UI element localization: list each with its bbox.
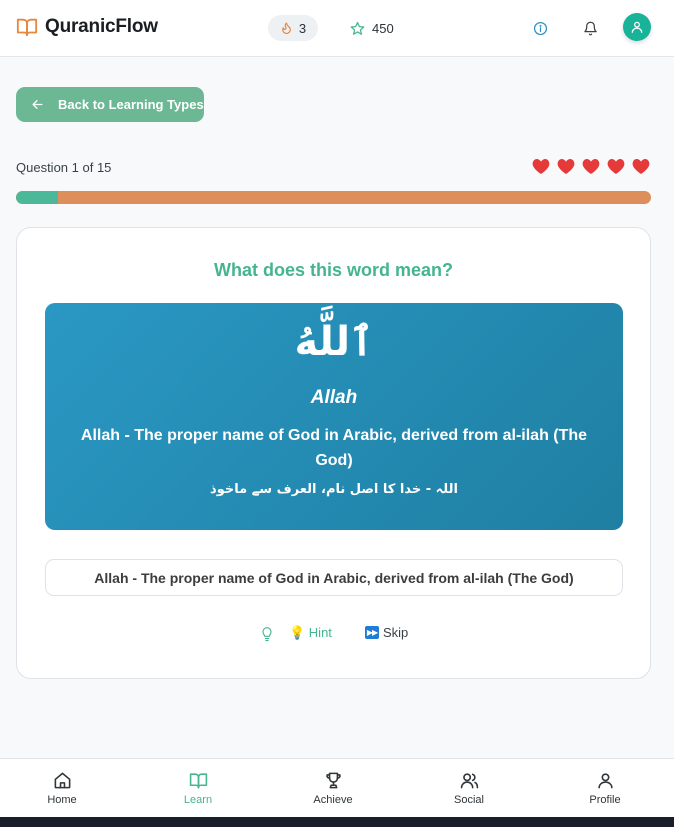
nav-home[interactable]: Home: [12, 759, 112, 818]
nav-social-label: Social: [454, 794, 484, 806]
nav-achieve[interactable]: Achieve: [283, 759, 383, 818]
hint-label: 💡 Hint: [289, 625, 332, 640]
heart-icon: [557, 158, 575, 174]
heart-icon: [582, 158, 600, 174]
top-header: QuranicFlow 3 450: [0, 0, 674, 57]
lightbulb-icon: [262, 627, 272, 642]
book-open-icon: [16, 18, 38, 37]
info-button[interactable]: [530, 18, 550, 38]
points-count: 450: [372, 20, 394, 36]
book-open-icon: [189, 773, 207, 789]
answer-option[interactable]: Allah - The proper name of God in Arabic…: [45, 559, 623, 596]
nav-learn[interactable]: Learn: [148, 759, 248, 818]
question-card: What does this word mean? ٱللَّهُ Allah …: [16, 227, 651, 679]
nav-achieve-label: Achieve: [313, 794, 353, 806]
points-display[interactable]: 450: [350, 15, 394, 41]
bottom-navigation: Home Learn Achieve Social Profile: [0, 758, 674, 817]
heart-icon: [632, 158, 650, 174]
skip-label: Skip: [383, 625, 409, 640]
skip-forward-icon: ▶▶: [365, 626, 379, 639]
nav-profile[interactable]: Profile: [555, 759, 655, 818]
lives-hearts: [532, 158, 650, 175]
app-logo[interactable]: QuranicFlow: [16, 16, 158, 38]
info-icon: [533, 21, 547, 35]
streak-badge[interactable]: 3: [268, 15, 318, 41]
heart-icon: [532, 158, 550, 174]
question-actions: 💡 Hint ▶▶ Skip: [17, 625, 650, 645]
hint-button[interactable]: 💡 Hint: [289, 625, 332, 641]
app-name: QuranicFlow: [45, 16, 158, 37]
question-counter: Question 1 of 15: [16, 160, 112, 175]
home-icon: [54, 772, 70, 789]
arabic-word: ٱللَّهُ: [294, 319, 374, 365]
nav-social[interactable]: Social: [419, 759, 519, 818]
avatar-button[interactable]: [623, 13, 651, 41]
bell-icon: [583, 21, 597, 35]
user-icon: [597, 773, 613, 789]
nav-learn-label: Learn: [183, 794, 213, 806]
flame-icon: [281, 22, 291, 35]
skip-button[interactable]: ▶▶ Skip: [365, 625, 408, 640]
notifications-button[interactable]: [580, 18, 600, 38]
urdu-meaning: اللہ - خدا کا اصل نام، العرف سے ماخوذ: [210, 482, 458, 497]
question-prompt: What does this word mean?: [213, 260, 454, 280]
transliteration: Allah: [310, 387, 358, 408]
users-icon: [460, 773, 478, 789]
quiz-progress-bar: [16, 191, 651, 204]
word-display: ٱللَّهُ Allah Allah - The proper name of…: [45, 303, 623, 530]
progress-fill: [16, 191, 59, 204]
star-icon: [350, 21, 365, 35]
heart-icon: [607, 158, 625, 174]
arrow-left-icon: [32, 100, 43, 109]
streak-count: 3: [298, 20, 307, 36]
back-to-learning-types-button[interactable]: Back to Learning Types: [16, 87, 204, 122]
trophy-icon: [325, 772, 341, 789]
back-button-label: Back to Learning Types: [58, 97, 204, 112]
user-icon: [631, 21, 643, 33]
nav-profile-label: Profile: [589, 794, 621, 806]
english-meaning: Allah - The proper name of God in Arabic…: [80, 427, 588, 469]
system-bottom-bar: [0, 817, 674, 827]
nav-home-label: Home: [47, 794, 77, 806]
